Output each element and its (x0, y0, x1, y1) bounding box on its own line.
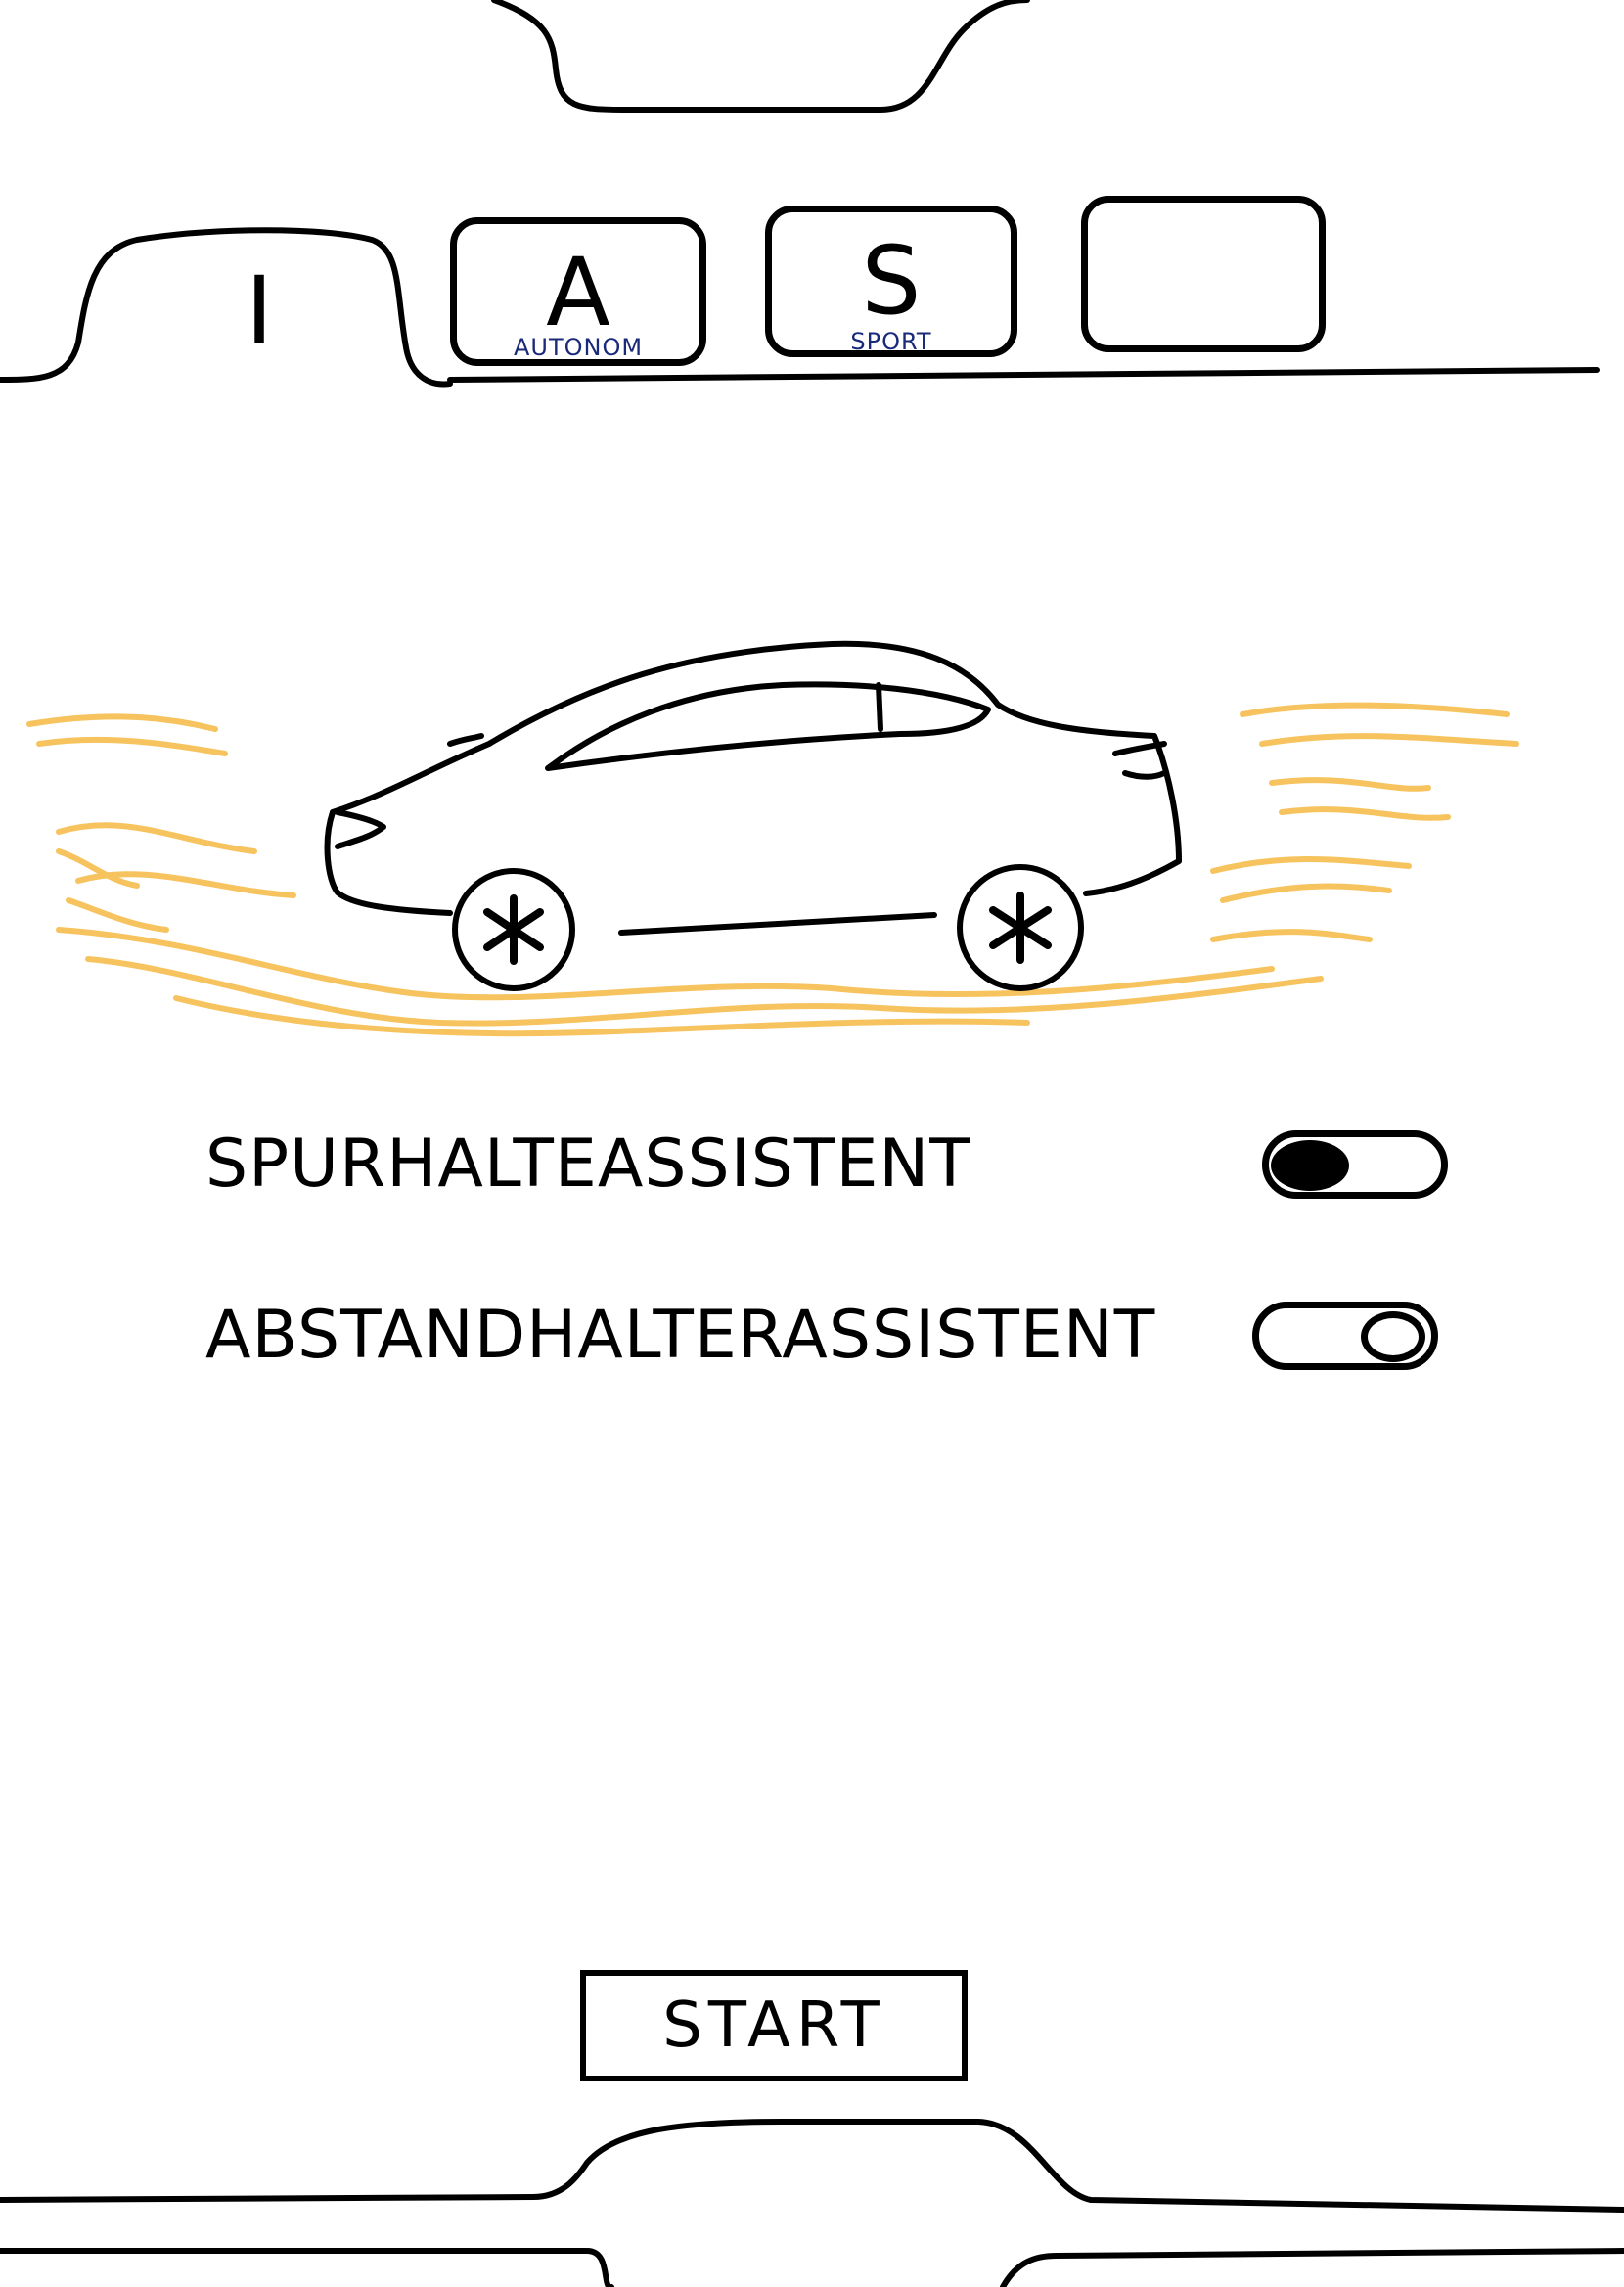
tab-i[interactable]: I (147, 245, 372, 377)
start-button[interactable]: START (580, 1970, 968, 2081)
road-highlight (26, 702, 1519, 1037)
setting-label-abstandhalterassistent: ABSTANDHALTERASSISTENT (205, 1297, 1156, 1374)
setting-row-abstandhalterassistent: ABSTANDHALTERASSISTENT (205, 1297, 1438, 1374)
tab-empty[interactable] (1081, 196, 1326, 352)
car-icon (26, 640, 1519, 1037)
toggle-spurhalteassistent[interactable] (1262, 1129, 1448, 1199)
tab-sport[interactable]: S SPORT (765, 206, 1017, 357)
tab-i-label: I (245, 256, 274, 366)
toggle-abstandhalterassistent[interactable] (1252, 1301, 1438, 1370)
wheel-icon (957, 864, 1084, 991)
tab-sport-sublabel: SPORT (850, 328, 932, 355)
tab-sport-label: S (861, 226, 922, 336)
setting-row-spurhalteassistent: SPURHALTEASSISTENT (205, 1125, 1448, 1203)
tab-autonom[interactable]: A AUTONOM (450, 217, 706, 366)
wheel-icon (452, 868, 575, 991)
toggle-knob (1271, 1139, 1349, 1191)
toggle-knob (1361, 1310, 1425, 1362)
tab-autonom-label: A (546, 238, 610, 347)
tab-autonom-sublabel: AUTONOM (513, 334, 644, 361)
setting-label-spurhalteassistent: SPURHALTEASSISTENT (205, 1125, 971, 1203)
car-outline (324, 640, 1182, 936)
